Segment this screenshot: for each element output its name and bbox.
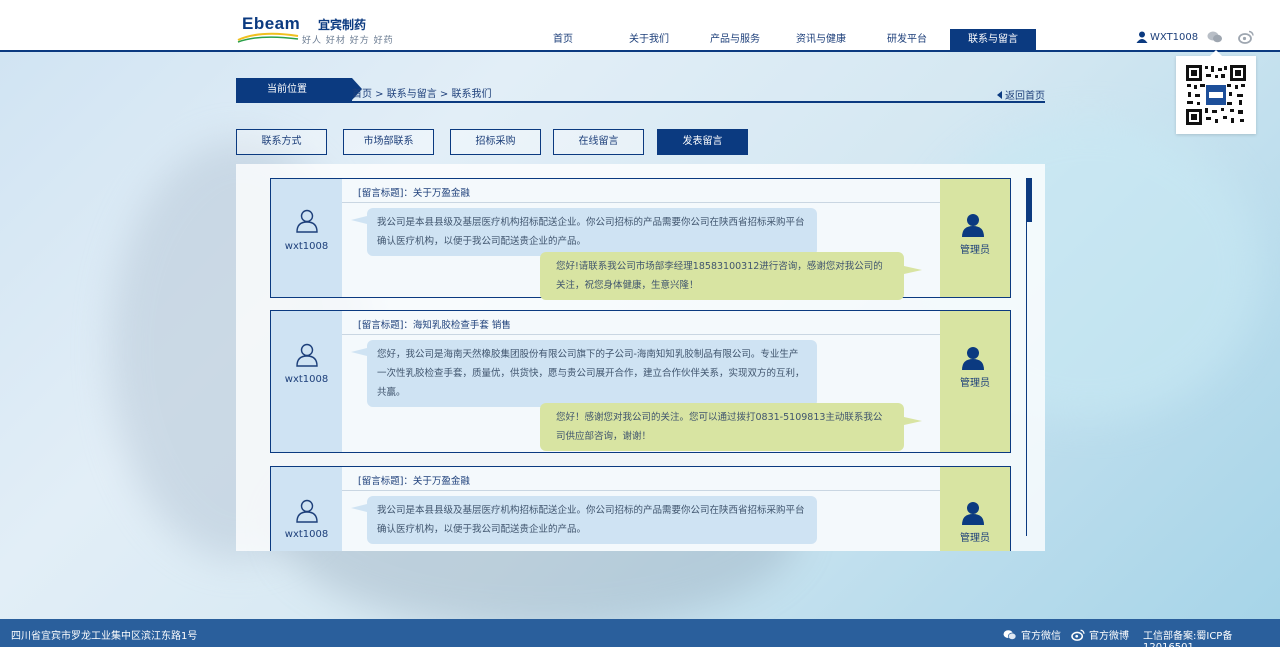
message-author-column: wxt1008 (271, 467, 342, 551)
message-question-bubble: 我公司是本县县级及基层医疗机构招标配送企业。你公司招标的产品需要你公司在陕西省招… (351, 496, 817, 544)
message-responder-column: 管理员 (940, 179, 1010, 297)
message-reply-bubble: 您好!请联系我公司市场部李经理18583100312进行咨询，感谢您对我公司的关… (540, 252, 922, 300)
breadcrumb-contact-section[interactable]: 联系与留言 (387, 89, 437, 100)
message-title: [留言标题]：海知乳胶检查手套 销售 (358, 320, 511, 331)
message-list-panel: wxt1008 [留言标题]：关于万盈金融 我公司是本县县级及基层医疗机构招标配… (236, 164, 1045, 551)
message-responder: 管理员 (960, 245, 990, 256)
tab-procurement[interactable]: 招标采购 (450, 129, 541, 155)
message-author: wxt1008 (284, 241, 329, 252)
footer-weibo-link[interactable]: 官方微博 (1071, 627, 1129, 642)
divider (342, 334, 940, 335)
message-author-column: wxt1008 (271, 179, 342, 297)
message-author: wxt1008 (284, 374, 329, 385)
tab-online-messages[interactable]: 在线留言 (553, 129, 644, 155)
breadcrumb-label: 当前位置 (236, 78, 362, 101)
message-responder: 管理员 (960, 533, 990, 544)
divider (342, 490, 940, 491)
breadcrumb-path: 首页 > 联系与留言 > 联系我们 (352, 85, 492, 100)
brand-name-en: Ebeam (242, 14, 301, 33)
tab-contact-info[interactable]: 联系方式 (236, 129, 327, 155)
brand-name-cn: 宜宾制药 (318, 18, 367, 32)
footer-wechat-label: 官方微信 (1021, 631, 1061, 642)
wechat-icon (1003, 629, 1017, 640)
footer-wechat-link[interactable]: 官方微信 (1003, 627, 1061, 642)
message-responder-column: 管理员 (940, 467, 1010, 551)
weibo-icon (1071, 629, 1085, 641)
message-item: wxt1008 [留言标题]：海知乳胶检查手套 销售 您好，我公司是海南天然橡胶… (270, 310, 1011, 453)
scrollbar[interactable] (1026, 178, 1032, 536)
weibo-icon[interactable] (1238, 30, 1254, 44)
message-item: wxt1008 [留言标题]：关于万盈金融 我公司是本县县级及基层医疗机构招标配… (270, 466, 1011, 551)
brand-logo[interactable]: Ebeam 宜宾制药 好人 好材 好方 好药 (236, 12, 416, 48)
message-title: [留言标题]：关于万盈金融 (358, 476, 470, 487)
wechat-qr-popup (1176, 50, 1256, 134)
breadcrumb-separator: > (372, 89, 387, 100)
nav-item-home[interactable]: 首页 (520, 29, 606, 51)
breadcrumb: 当前位置 首页 > 联系与留言 > 联系我们 返回首页 (236, 78, 1045, 103)
footer-address: 四川省宜宾市罗龙工业集中区滨江东路1号 (11, 631, 198, 642)
scrollbar-thumb[interactable] (1027, 178, 1032, 222)
triangle-left-icon (997, 90, 1002, 99)
back-home-link[interactable]: 返回首页 (997, 87, 1045, 102)
nav-item-rnd[interactable]: 研发平台 (864, 29, 950, 51)
admin-user-icon (962, 214, 984, 237)
user-name: WXT1008 (1150, 31, 1199, 43)
message-item: wxt1008 [留言标题]：关于万盈金融 我公司是本县县级及基层医疗机构招标配… (270, 178, 1011, 300)
admin-user-icon (962, 347, 984, 370)
nav-item-news[interactable]: 资讯与健康 (778, 29, 864, 51)
brand-slogan: 好人 好材 好方 好药 (302, 36, 394, 46)
user-outline-icon (296, 209, 318, 233)
qr-code-icon (1185, 64, 1247, 126)
nav-item-about[interactable]: 关于我们 (606, 29, 692, 51)
back-home-label: 返回首页 (1005, 91, 1045, 102)
message-author: wxt1008 (284, 529, 329, 540)
message-question-bubble: 您好，我公司是海南天然橡胶集团股份有限公司旗下的子公司-海南知知乳胶制品有限公司… (351, 340, 817, 407)
admin-user-icon (962, 502, 984, 525)
nav-item-products[interactable]: 产品与服务 (692, 29, 778, 51)
tab-post-message[interactable]: 发表留言 (657, 129, 748, 155)
main-nav: 首页 关于我们 产品与服务 资讯与健康 研发平台 联系与留言 (520, 29, 1036, 51)
message-question-bubble: 我公司是本县县级及基层医疗机构招标配送企业。你公司招标的产品需要你公司在陕西省招… (351, 208, 817, 256)
tab-marketing-contact[interactable]: 市场部联系 (343, 129, 434, 155)
site-header: Ebeam 宜宾制药 好人 好材 好方 好药 首页 关于我们 产品与服务 资讯与… (0, 0, 1280, 52)
wechat-icon[interactable] (1207, 30, 1223, 44)
nav-item-contact[interactable]: 联系与留言 (950, 29, 1036, 51)
message-title: [留言标题]：关于万盈金融 (358, 188, 470, 199)
message-responder: 管理员 (960, 378, 990, 389)
breadcrumb-home[interactable]: 首页 (352, 89, 372, 100)
user-account[interactable]: WXT1008 (1136, 31, 1198, 43)
footer-weibo-label: 官方微博 (1089, 631, 1129, 642)
message-author-column: wxt1008 (271, 311, 342, 452)
footer-icp: 工信部备案:蜀ICP备12016501 (1143, 631, 1233, 647)
breadcrumb-separator: > (436, 89, 452, 100)
site-footer: 四川省宜宾市罗龙工业集中区滨江东路1号 官方微信 官方微博 工信部备案:蜀ICP… (0, 619, 1280, 647)
user-icon (1136, 31, 1148, 43)
user-outline-icon (296, 343, 318, 367)
divider (342, 202, 940, 203)
breadcrumb-current[interactable]: 联系我们 (452, 89, 492, 100)
message-responder-column: 管理员 (940, 311, 1010, 452)
message-reply-bubble: 您好！感谢您对我公司的关注。您可以通过拨打0831-5109813主动联系我公司… (540, 403, 922, 451)
user-outline-icon (296, 499, 318, 523)
